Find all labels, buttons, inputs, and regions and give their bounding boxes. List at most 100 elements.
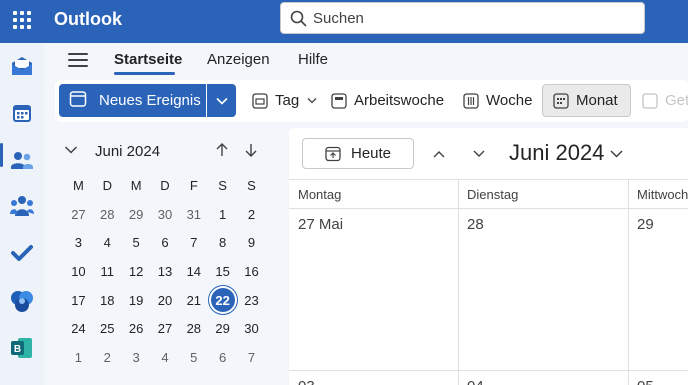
mini-day[interactable]: 13: [151, 257, 180, 286]
arrow-down-icon[interactable]: [243, 142, 259, 163]
month-view-button[interactable]: Monat: [542, 84, 631, 117]
calendar-icon[interactable]: [9, 100, 35, 126]
month-view-icon: [553, 92, 569, 109]
new-event-button[interactable]: Neues Ereignis: [59, 84, 206, 117]
day-cell-date[interactable]: 28: [467, 216, 484, 233]
mini-day[interactable]: 15: [208, 257, 237, 286]
share-button-partial[interactable]: Get: [642, 84, 688, 117]
new-event-dropdown[interactable]: [207, 84, 236, 117]
mini-day[interactable]: 7: [237, 343, 266, 372]
mini-calendar-title[interactable]: Juni 2024: [95, 143, 160, 160]
day-view-button[interactable]: Tag: [252, 84, 317, 117]
workweek-view-label: Arbeitswoche: [354, 92, 445, 109]
mini-day[interactable]: 24: [64, 314, 93, 343]
mini-day[interactable]: 21: [179, 286, 208, 315]
mini-day[interactable]: 11: [93, 257, 122, 286]
day-cell-date[interactable]: 27 Mai: [298, 216, 343, 233]
day-cell-date[interactable]: 03: [298, 378, 315, 385]
chevron-down-icon[interactable]: [609, 146, 624, 164]
mini-day[interactable]: 19: [122, 286, 151, 315]
mini-day[interactable]: 28: [179, 314, 208, 343]
mini-day[interactable]: 23: [237, 286, 266, 315]
mini-day[interactable]: 9: [237, 228, 266, 257]
mini-day[interactable]: 30: [151, 200, 180, 229]
mini-day[interactable]: 14: [179, 257, 208, 286]
mini-day[interactable]: 2: [93, 343, 122, 372]
share-label: Get: [665, 92, 688, 109]
mini-day[interactable]: 8: [208, 228, 237, 257]
previous-month-icon[interactable]: [432, 146, 446, 164]
mini-day[interactable]: 27: [151, 314, 180, 343]
mini-day[interactable]: 4: [93, 228, 122, 257]
mini-day[interactable]: 20: [151, 286, 180, 315]
app-title[interactable]: Outlook: [54, 9, 122, 30]
menu-icon[interactable]: [68, 53, 88, 69]
tab-active-indicator: [114, 72, 175, 75]
chevron-down-icon: [307, 97, 317, 104]
week-view-button[interactable]: Woche: [463, 84, 532, 117]
mini-day[interactable]: 25: [93, 314, 122, 343]
mini-day[interactable]: 17: [64, 286, 93, 315]
m365-icon[interactable]: [9, 288, 35, 314]
mini-day[interactable]: 5: [122, 228, 151, 257]
mini-day[interactable]: 28: [93, 200, 122, 229]
tab-startseite[interactable]: Startseite: [114, 51, 182, 68]
top-bar: Outlook Suchen: [0, 0, 688, 43]
search-box[interactable]: Suchen: [280, 2, 645, 34]
today-button[interactable]: Heute: [302, 138, 414, 169]
mini-day[interactable]: 2: [237, 200, 266, 229]
mini-day[interactable]: 12: [122, 257, 151, 286]
mail-icon[interactable]: [9, 53, 35, 79]
mini-day[interactable]: 7: [179, 228, 208, 257]
mini-weekday: M: [130, 177, 142, 193]
app-launcher-icon[interactable]: [13, 11, 31, 29]
mini-day[interactable]: 4: [151, 343, 180, 372]
mini-weekday: F: [189, 177, 198, 193]
mini-day[interactable]: 30: [237, 314, 266, 343]
mini-day[interactable]: 1: [64, 343, 93, 372]
bookings-icon[interactable]: B: [9, 335, 35, 361]
mini-day[interactable]: 29: [122, 200, 151, 229]
mini-day[interactable]: 5: [179, 343, 208, 372]
mini-day[interactable]: 16: [237, 257, 266, 286]
search-icon: [290, 10, 307, 32]
people-icon[interactable]: [9, 147, 35, 173]
todo-icon[interactable]: [9, 240, 35, 266]
workweek-view-button[interactable]: Arbeitswoche: [331, 84, 444, 117]
mini-week-row: 1 2 3 4 5 6 7: [64, 343, 266, 372]
mini-day[interactable]: 18: [93, 286, 122, 315]
week-view-icon: [463, 92, 479, 109]
month-view-label: Monat: [576, 92, 618, 109]
mini-day[interactable]: 26: [122, 314, 151, 343]
month-title[interactable]: Juni 2024: [509, 140, 604, 166]
mini-day[interactable]: 29: [208, 314, 237, 343]
svg-text:B: B: [14, 344, 21, 355]
rail-active-indicator: [0, 143, 3, 167]
tab-anzeigen[interactable]: Anzeigen: [207, 51, 270, 68]
next-month-icon[interactable]: [472, 146, 486, 164]
mini-day[interactable]: 6: [151, 228, 180, 257]
today-marker: 22: [210, 288, 235, 313]
mini-week-row: 17 18 19 20 21 22 23: [64, 286, 266, 315]
mini-day[interactable]: 3: [64, 228, 93, 257]
mini-day[interactable]: 6: [208, 343, 237, 372]
day-cell-date[interactable]: 05: [637, 378, 654, 385]
today-label: Heute: [350, 145, 392, 162]
mini-day[interactable]: 27: [64, 200, 93, 229]
mini-week-row: 10 11 12 13 14 15 16: [64, 257, 266, 286]
day-cell-date[interactable]: 04: [467, 378, 484, 385]
mini-day[interactable]: 31: [179, 200, 208, 229]
mini-weekday: D: [102, 177, 112, 193]
arrow-up-icon[interactable]: [214, 142, 230, 163]
day-cell-date[interactable]: 29: [637, 216, 654, 233]
groups-icon[interactable]: [9, 193, 35, 219]
mini-day[interactable]: 1: [208, 200, 237, 229]
mini-day-today[interactable]: 22: [208, 286, 237, 315]
mini-week-row: 27 28 29 30 31 1 2: [64, 200, 266, 229]
mini-day[interactable]: 3: [122, 343, 151, 372]
search-input[interactable]: Suchen: [313, 10, 364, 27]
app-rail: B: [0, 43, 44, 385]
mini-day[interactable]: 10: [64, 257, 93, 286]
tab-hilfe[interactable]: Hilfe: [298, 51, 328, 68]
mini-collapse-chevron-icon[interactable]: [64, 143, 78, 162]
